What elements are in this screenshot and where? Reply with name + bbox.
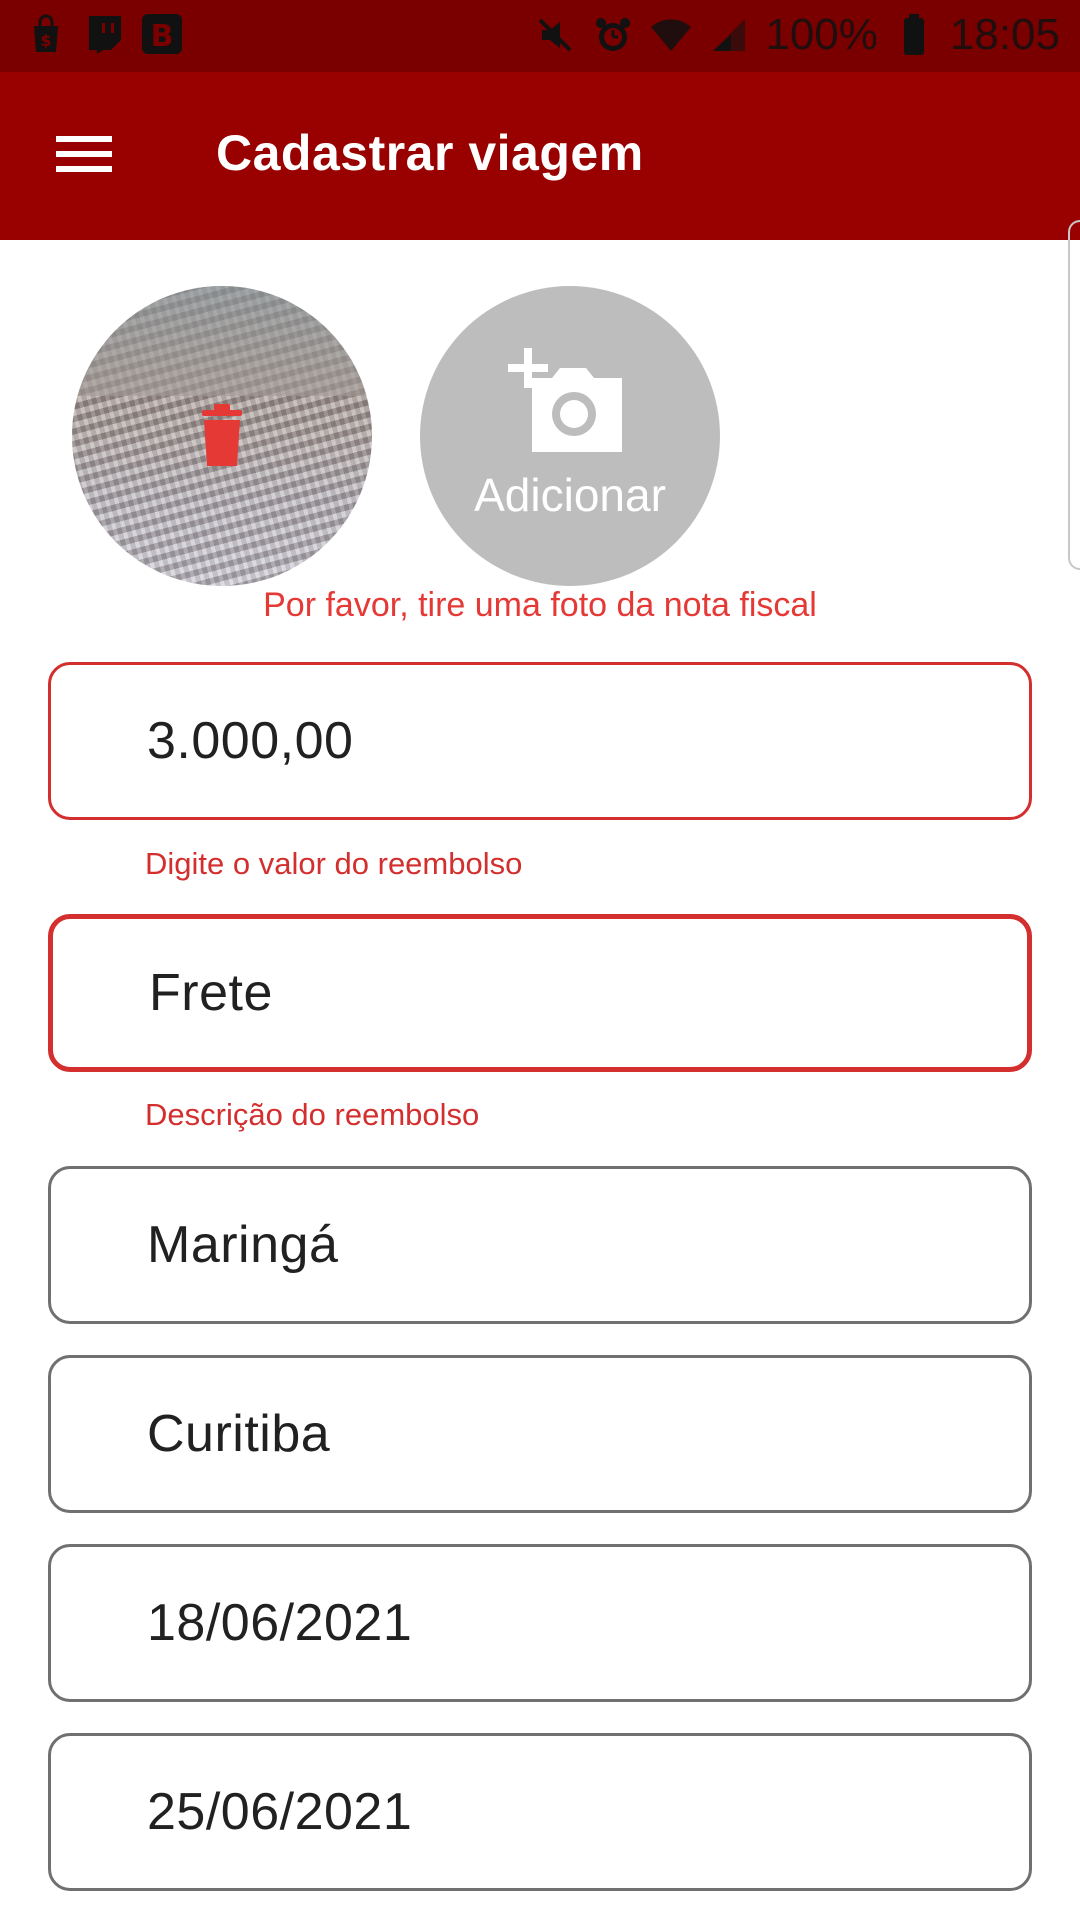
hamburger-menu-icon[interactable]: [56, 132, 112, 176]
end-date-value: 25/06/2021: [147, 1783, 413, 1841]
twitch-icon: [82, 12, 126, 56]
start-date-value: 18/06/2021: [147, 1594, 413, 1652]
amount-value: 3.000,00: [147, 712, 354, 770]
battery-percent: 100%: [765, 10, 878, 59]
svg-text:B: B: [151, 19, 174, 54]
wifi-icon: [649, 13, 693, 57]
description-value: Frete: [149, 964, 273, 1022]
origin-value: Maringá: [147, 1216, 339, 1274]
shopping-bag-icon: $: [24, 12, 68, 56]
svg-text:$: $: [40, 31, 51, 50]
status-notifications: $ B: [24, 12, 184, 56]
trash-icon[interactable]: [194, 404, 250, 468]
photo-image: [72, 286, 372, 396]
mute-icon: [533, 13, 577, 57]
scrollbar[interactable]: [1068, 220, 1080, 570]
alarm-icon: [591, 13, 635, 57]
add-photo-camera-icon: [508, 348, 628, 452]
battery-icon: [892, 13, 936, 57]
b-app-icon: B: [140, 12, 184, 56]
receipt-photo-thumbnail[interactable]: [72, 286, 372, 586]
destination-value: Curitiba: [147, 1405, 331, 1463]
status-time: 18:05: [949, 10, 1060, 59]
description-field[interactable]: Frete: [48, 914, 1032, 1072]
amount-helper: Digite o valor do reembolso: [145, 846, 523, 881]
add-photo-label: Adicionar: [474, 469, 666, 521]
description-helper: Descrição do reembolso: [145, 1097, 480, 1132]
start-date-field[interactable]: 18/06/2021: [48, 1544, 1032, 1702]
photo-error-message: Por favor, tire uma foto da nota fiscal: [263, 586, 817, 624]
amount-field[interactable]: 3.000,00: [48, 662, 1032, 820]
end-date-field[interactable]: 25/06/2021: [48, 1733, 1032, 1891]
page-title: Cadastrar viagem: [216, 125, 644, 181]
destination-field[interactable]: Curitiba: [48, 1355, 1032, 1513]
app-bar: Cadastrar viagem: [0, 72, 1080, 240]
add-photo-button[interactable]: Adicionar: [420, 286, 720, 586]
signal-icon: [707, 13, 751, 57]
status-system: 100% 18:05: [533, 10, 1060, 60]
status-bar: $ B 100% 18:05: [0, 0, 1080, 72]
origin-field[interactable]: Maringá: [48, 1166, 1032, 1324]
